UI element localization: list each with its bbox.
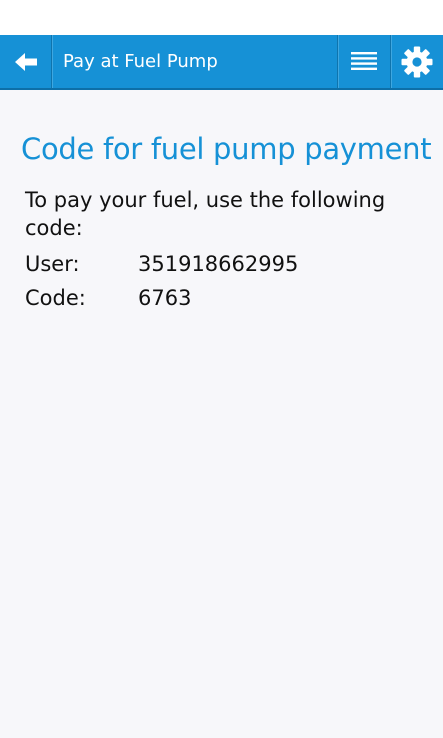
content-area: Code for fuel pump payment To pay your f… <box>0 90 443 738</box>
list-menu-icon <box>351 51 377 70</box>
instruction-text: To pay your fuel, use the following code… <box>25 188 386 240</box>
app-title: Pay at Fuel Pump <box>63 51 218 72</box>
user-label: User: <box>25 252 80 276</box>
app-bar: Pay at Fuel Pump <box>0 35 443 90</box>
page-heading: Code for fuel pump payment <box>21 132 432 166</box>
code-value: 6763 <box>138 286 192 310</box>
user-value: 351918662995 <box>138 252 299 276</box>
status-bar <box>0 0 443 35</box>
settings-button[interactable] <box>390 35 443 88</box>
back-button[interactable] <box>0 35 52 88</box>
back-arrow-icon <box>14 52 37 71</box>
title-area: Pay at Fuel Pump <box>52 35 337 88</box>
menu-button[interactable] <box>337 35 390 88</box>
code-label: Code: <box>25 286 86 310</box>
gear-icon <box>401 46 433 77</box>
